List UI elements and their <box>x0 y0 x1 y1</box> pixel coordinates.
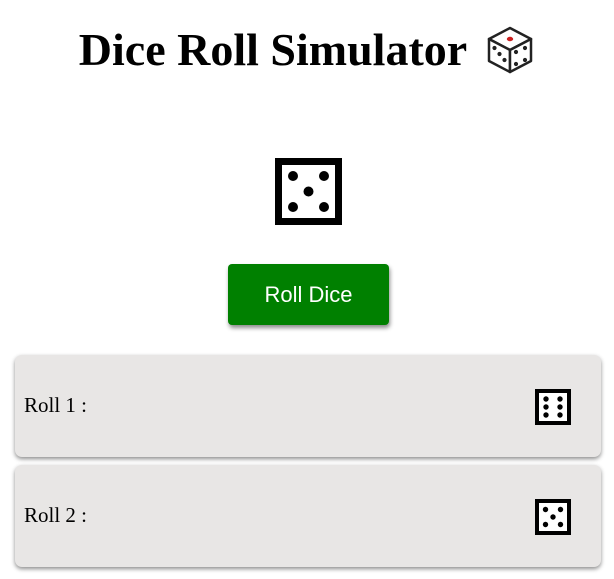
roll-history-item: Roll 2 : <box>15 465 601 567</box>
roll-label: Roll 1 : <box>24 393 88 417</box>
page: Dice Roll Simulator Roll Dice Roll 1: R… <box>0 0 614 579</box>
page-title: Dice Roll Simulator <box>0 22 614 78</box>
title-text: Dice Roll Simulator <box>78 24 468 75</box>
die-face-5-icon <box>535 499 571 535</box>
roll-history-list: Roll 1 : Roll 2 : <box>15 355 601 575</box>
roll-dice-button[interactable]: Roll Dice <box>228 264 389 325</box>
die-face-5-icon <box>275 158 342 225</box>
die-emoji-icon <box>485 25 535 75</box>
roll-history-item: Roll 1 : <box>15 355 601 457</box>
die-face-6-icon <box>535 389 571 425</box>
title-row: Dice Roll Simulator <box>79 22 535 78</box>
roll-label: Roll 2 : <box>24 503 88 527</box>
